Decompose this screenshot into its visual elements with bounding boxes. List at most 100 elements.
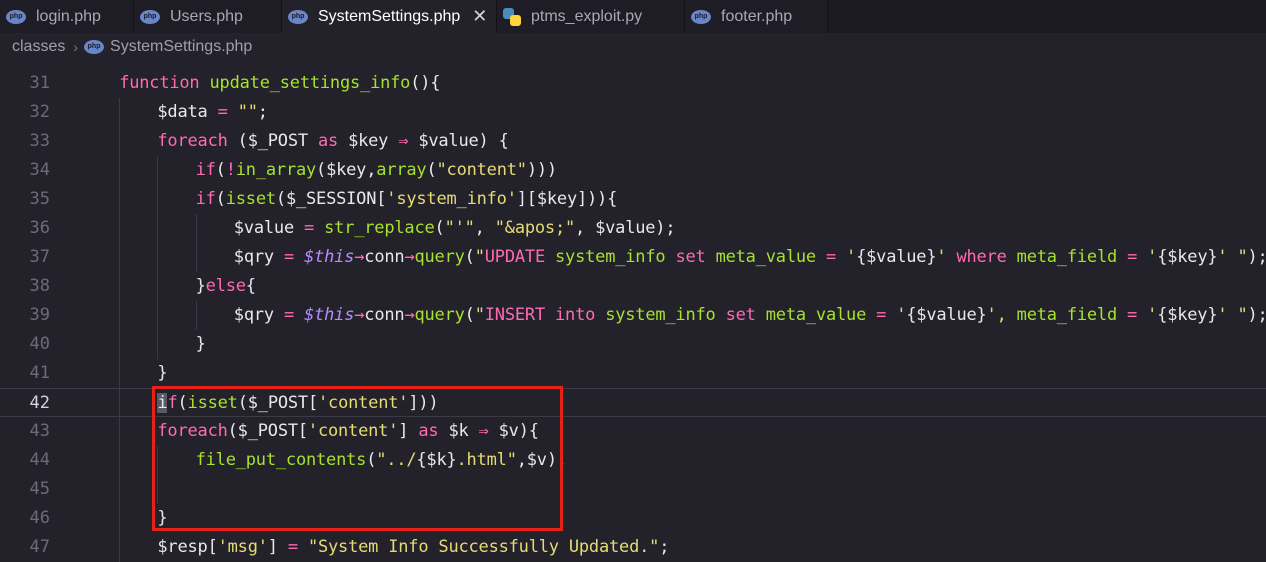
code-token: ($key, [316,160,377,180]
breadcrumb-separator: › [73,39,79,55]
line-number: 41 [29,363,50,383]
code-line[interactable]: 31 function update_settings_info(){ [0,69,1266,98]
code-token: ; [659,537,670,557]
code-token: if [195,160,216,180]
code-token: set [725,305,766,325]
code-text: if(!in_array($key,array("content"))) [195,156,558,185]
breadcrumb-file[interactable]: SystemSettings.php [110,38,252,56]
code-token: as [317,131,349,151]
code-token: isset [225,189,276,209]
code-token: meta_field [1016,305,1128,325]
code-line[interactable]: 47 $resp['msg'] = "System Info Successful… [0,533,1266,562]
line-number: 40 [29,334,50,354]
code-line[interactable]: 39 $qry = $this→conn→query("INSERT into s… [0,301,1266,330]
code-token: ( [434,218,445,238]
code-token: ' [846,247,857,267]
code-text: $resp['msg'] = "System Info Successfully… [157,533,669,562]
code-token: (){ [410,73,441,93]
tab-label: footer.php [721,7,793,25]
code-token: ' " [1217,247,1248,267]
php-icon: php [140,9,160,24]
line-number: 47 [29,537,50,557]
code-line[interactable]: 34 if(!in_array($key,array("content"))) [0,156,1266,185]
code-line[interactable]: 32 $data = ""; [0,98,1266,127]
code-token: " [474,247,485,267]
code-token: {$key} [1157,247,1218,267]
code-line[interactable]: 41} [0,359,1266,388]
code-token: conn [364,247,405,267]
line-number: 37 [29,247,50,267]
code-token: {$value} [856,247,937,267]
line-number: 42 [29,393,50,413]
line-number: 43 [29,421,50,441]
code-line[interactable]: 40} [0,330,1266,359]
tab-label: SystemSettings.php [318,7,461,25]
highlight-annotation-box [152,386,563,531]
code-token: = [217,102,238,122]
code-token: → [404,305,415,325]
editor-tab-bar: php login.php php Users.php php SystemSetting… [0,0,1266,33]
code-token: = [287,537,308,557]
code-token: meta_field [1016,247,1128,267]
php-icon: php [84,40,105,54]
code-token: → [354,305,365,325]
code-token: $value [233,218,305,238]
code-token: query [414,305,465,325]
code-token: = [876,305,897,325]
line-number: 45 [29,479,50,499]
code-token: } [195,276,206,296]
code-token: , [474,218,495,238]
line-number: 36 [29,218,50,238]
php-icon: php [691,9,711,24]
code-token: ( [426,160,437,180]
code-token: UPDATE [484,247,556,267]
code-token: → [404,247,415,267]
tab-systemsettings-php[interactable]: php SystemSettings.php ✕ [282,0,497,33]
code-text: function update_settings_info(){ [119,69,440,98]
code-token: ( [464,247,475,267]
close-icon[interactable]: ✕ [472,6,487,27]
code-token: INSERT into [484,305,606,325]
code-line[interactable]: 38}else{ [0,272,1266,301]
code-token: ⇒ [398,131,419,151]
code-token: function [119,73,210,93]
line-number: 31 [29,73,50,93]
tab-ptms_exploit-py[interactable]: ptms_exploit.py [497,0,685,33]
code-text: }else{ [196,272,256,301]
code-editor[interactable]: 31 function update_settings_info(){32 $dat… [0,61,1266,562]
code-line[interactable]: 35 if(isset($_SESSION['system_info'][$key… [0,185,1266,214]
code-token: ][$key])){ [516,189,618,209]
code-token: ); [1247,247,1266,267]
code-token: 'msg' [217,537,268,557]
code-token: ($_POST [237,131,318,151]
tab-login-php[interactable]: php login.php [0,0,134,33]
code-token: $data [157,102,218,122]
code-token: meta_value [715,247,826,267]
code-text: } [196,330,206,359]
code-token: {$value} [906,305,987,325]
code-token: array [376,160,427,180]
breadcrumb-folder[interactable]: classes [12,38,65,56]
tab-footer-php[interactable]: php footer.php [685,0,828,33]
code-token: {$key} [1157,305,1218,325]
code-token: "&apos;" [494,218,576,238]
code-line[interactable]: 33 foreach ($_POST as $key ⇒ $value) { [0,127,1266,156]
tab-users-php[interactable]: php Users.php [134,0,282,33]
code-token: ' " [1217,305,1248,325]
code-token: = [1127,247,1148,267]
code-token: else [205,276,246,296]
code-token: { [245,276,256,296]
code-text: if(isset($_SESSION['system_info'][$key])… [196,185,618,214]
code-token: meta_value [765,305,877,325]
code-token: system_info [555,247,676,267]
line-number: 44 [29,450,50,470]
code-token: } [195,334,206,354]
code-line[interactable]: 37 $qry = $this→conn→query("UPDATE system… [0,243,1266,272]
code-token: query [414,247,465,267]
line-number: 38 [29,276,50,296]
code-token: ' [936,247,957,267]
code-line[interactable]: 36 $value = str_replace("'", "&apos;", $v… [0,214,1266,243]
code-token: = [304,218,325,238]
code-token: ( [215,189,226,209]
code-token: ] [267,537,288,557]
